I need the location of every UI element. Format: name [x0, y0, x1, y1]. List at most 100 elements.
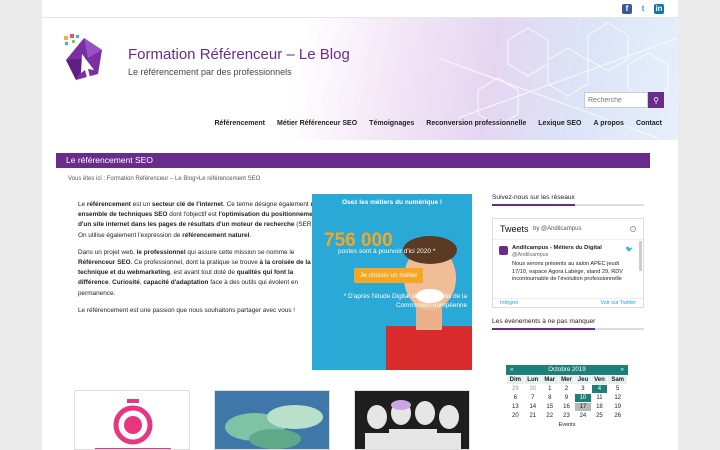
site-logo-icon[interactable] — [62, 32, 106, 88]
nav-item-contact[interactable]: Contact — [636, 120, 662, 127]
calendar-day[interactable]: 24 — [574, 411, 592, 421]
weekday: Lun — [523, 375, 542, 385]
calendar-day[interactable]: 5 — [607, 384, 628, 394]
calendar-day[interactable]: 12 — [607, 393, 628, 403]
strong-text: référencement naturel — [182, 231, 250, 239]
text: . Ce professionnel, dont la pratique se … — [130, 259, 260, 267]
calendar-day[interactable]: 23 — [557, 411, 576, 421]
calendar-day-today[interactable]: 17 — [574, 402, 592, 412]
text: Dans un projet web, — [78, 248, 137, 256]
calendar-day-event[interactable]: 10 — [574, 393, 592, 403]
breadcrumb[interactable]: Vous êtes ici : Formation Référenceur – … — [68, 176, 260, 182]
calendar-day[interactable]: 25 — [590, 411, 609, 421]
nav-item-referencement[interactable]: Référencement — [214, 120, 265, 127]
calendar-day[interactable]: 20 — [506, 411, 525, 421]
avatar[interactable] — [499, 246, 508, 255]
post-thumbnail[interactable] — [74, 390, 190, 450]
calendar-day-event[interactable]: 4 — [590, 384, 609, 394]
site-description: Le référencement par des professionnels — [128, 67, 292, 77]
tweet-author[interactable]: Andilcampus - Métiers du Digital — [512, 245, 602, 251]
calendar-day[interactable]: 22 — [540, 411, 559, 421]
calendar-events-label[interactable]: Events — [506, 422, 628, 428]
view-on-twitter-link[interactable]: Voir sur Twitter — [600, 300, 636, 306]
site-header: Formation Référenceur – Le Blog Le référ… — [42, 18, 678, 140]
post-thumbnail[interactable] — [354, 390, 470, 450]
calendar-week: 20 21 22 23 24 25 26 — [506, 411, 628, 421]
calendar-day[interactable]: 3 — [574, 384, 592, 394]
calendar-day[interactable]: 9 — [557, 393, 576, 403]
calendar-day[interactable]: 18 — [590, 402, 609, 412]
nav-item-temoignages[interactable]: Témoignages — [369, 120, 414, 127]
calendar-day[interactable]: 7 — [523, 393, 542, 403]
nav-item-metier[interactable]: Métier Référenceur SEO — [277, 120, 357, 127]
calendar-day[interactable]: 21 — [523, 411, 542, 421]
search-icon: ⚲ — [653, 95, 659, 105]
linkedin-icon[interactable]: in — [654, 4, 664, 14]
calendar-prev-button[interactable]: « — [510, 365, 513, 375]
nav-item-reconversion[interactable]: Reconversion professionnelle — [426, 120, 526, 127]
paragraph-intro: Le référencement est un secteur clé de l… — [78, 200, 323, 241]
tweets-title: Tweets — [500, 224, 529, 234]
text: qui assure cette mission se nomme le — [185, 248, 295, 256]
strong-text: Curiosité — [112, 279, 140, 287]
tweet-body: Nous serons présents au salon APEC jeudi… — [512, 261, 624, 283]
calendar-day[interactable]: 15 — [540, 402, 559, 412]
weekday: Dim — [506, 375, 525, 385]
text: dont l'objectif est — [167, 211, 219, 219]
calendar-day[interactable]: 19 — [607, 402, 628, 412]
page-title-bar: Le référencement SEO — [56, 153, 650, 168]
calendar-day[interactable]: 14 — [523, 402, 542, 412]
tweet-handle[interactable]: @Andilcampus — [512, 252, 548, 258]
calendar-day[interactable]: 2 — [557, 384, 576, 394]
facebook-icon[interactable]: f — [622, 4, 632, 14]
twitter-icon[interactable]: t — [638, 4, 648, 14]
site-title[interactable]: Formation Référenceur – Le Blog — [128, 46, 350, 63]
search-button[interactable]: ⚲ — [648, 92, 664, 108]
promo-subline: postes sont à pourvoir d'ici 2020 * — [338, 248, 436, 255]
calendar-next-button[interactable]: » — [621, 365, 624, 375]
promo-note: * D'après l'étude Digital skills and job… — [343, 293, 467, 309]
calendar-day[interactable]: 16 — [557, 402, 576, 412]
calendar-week: 29 30 1 2 3 4 5 — [506, 384, 628, 394]
tweets-by[interactable]: by @Andilcampus — [533, 226, 581, 232]
search-input[interactable] — [584, 92, 648, 108]
calendar-day[interactable]: 26 — [607, 411, 628, 421]
calendar-day[interactable]: 13 — [506, 402, 525, 412]
calendar-day: 30 — [523, 384, 542, 394]
calendar-header: « Octobre 2019 » — [506, 365, 628, 375]
calendar-weekdays: Dim Lun Mar Mer Jeu Ven Sam — [506, 375, 628, 385]
events-calendar: « Octobre 2019 » Dim Lun Mar Mer Jeu Ven… — [506, 365, 628, 428]
calendar-week: 13 14 15 16 17 18 19 — [506, 402, 628, 412]
text: est un — [130, 201, 152, 208]
weekday: Jeu — [574, 375, 592, 385]
post-thumbnail[interactable] — [214, 390, 330, 450]
calendar-day[interactable]: 8 — [540, 393, 559, 403]
embed-link[interactable]: Intégrer — [500, 300, 519, 306]
promo-headline: Osez les métiers du numérique ! — [341, 199, 443, 206]
weekday: Sam — [607, 375, 628, 385]
sidebar: Suivez-nous sur les réseaux Tweets by @A… — [492, 194, 644, 330]
nav-item-apropos[interactable]: A propos — [593, 120, 623, 127]
weekday: Mar — [540, 375, 559, 385]
promo-cta-button[interactable]: Je choisis un métier — [354, 268, 424, 283]
social-widget-title: Suivez-nous sur les réseaux — [492, 194, 644, 206]
search-form: ⚲ — [584, 92, 664, 108]
social-widget-title-text: Suivez-nous sur les réseaux — [492, 194, 575, 206]
weekday: Ven — [590, 375, 609, 385]
strong-text: Référenceur SEO — [78, 259, 131, 267]
main-nav: Référencement Métier Référenceur SEO Tém… — [42, 120, 662, 127]
calendar-day[interactable]: 1 — [540, 384, 559, 394]
post-image — [355, 391, 469, 449]
top-strip: f t in — [42, 0, 678, 18]
info-icon[interactable]: i — [630, 226, 636, 232]
divider — [493, 298, 643, 299]
promo-banner[interactable]: Osez les métiers du numérique ! 756 000 … — [312, 194, 472, 370]
divider — [493, 239, 643, 240]
text: Le — [78, 201, 87, 208]
scrollbar[interactable] — [639, 241, 642, 271]
social-links: f t in — [622, 4, 664, 14]
calendar-day[interactable]: 11 — [590, 393, 609, 403]
page-title: Le référencement SEO — [66, 155, 153, 165]
calendar-day[interactable]: 6 — [506, 393, 525, 403]
nav-item-lexique[interactable]: Lexique SEO — [538, 120, 581, 127]
